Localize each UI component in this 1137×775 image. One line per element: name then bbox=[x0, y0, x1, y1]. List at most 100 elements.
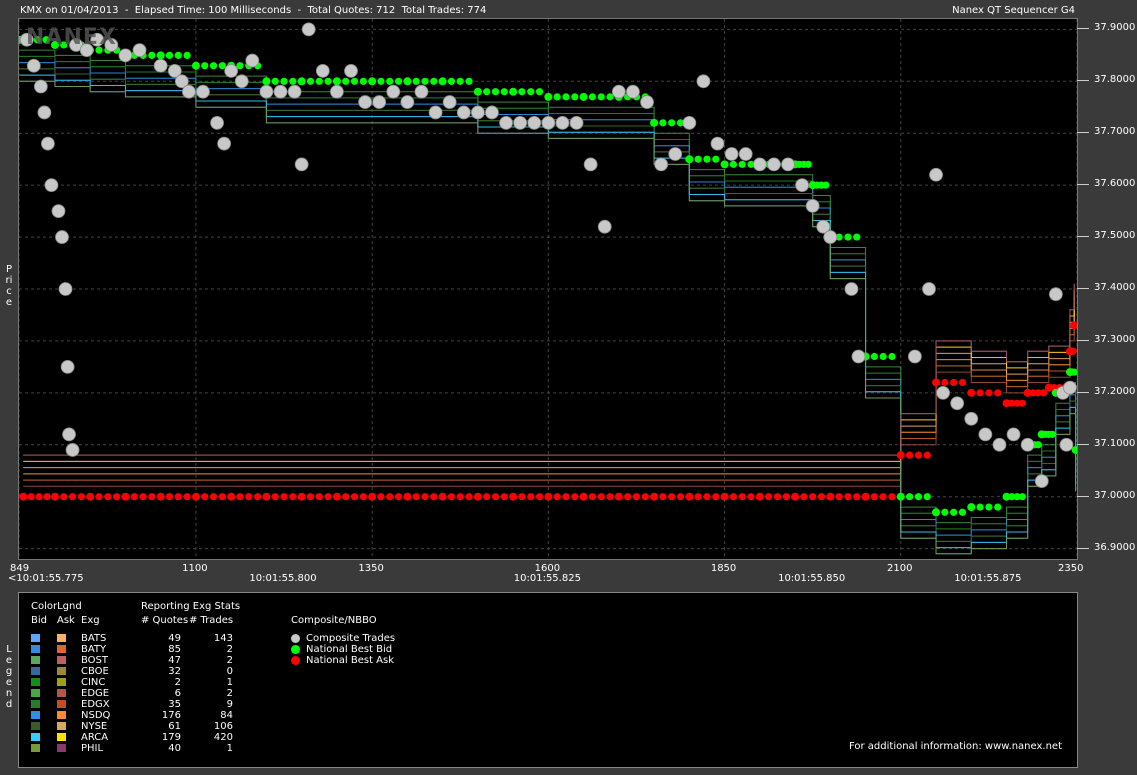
trade-point bbox=[234, 74, 249, 89]
trade-point bbox=[386, 84, 401, 99]
exchange-row: CBOE 32 0 bbox=[19, 666, 279, 677]
bid-color-swatch bbox=[31, 678, 40, 686]
bid-point bbox=[500, 88, 508, 96]
ask-point bbox=[861, 492, 870, 501]
trade-point bbox=[569, 115, 584, 130]
trade-point bbox=[767, 157, 781, 172]
ask-point bbox=[809, 493, 817, 501]
ask-point bbox=[571, 493, 579, 501]
bid-point bbox=[315, 77, 323, 85]
exchange-trades: 2 bbox=[226, 655, 233, 666]
bid-point bbox=[421, 77, 429, 85]
trade-point bbox=[611, 84, 626, 99]
exchange-name: ARCA bbox=[81, 732, 109, 743]
ask-point bbox=[27, 493, 35, 501]
bid-point bbox=[804, 160, 812, 168]
trade-point bbox=[245, 53, 260, 68]
ask-point bbox=[60, 493, 68, 501]
ask-line-cboe bbox=[23, 302, 1075, 475]
bid-point bbox=[527, 88, 535, 96]
exchange-row: EDGX 35 9 bbox=[19, 699, 279, 710]
y-tick-label: 36.9000 bbox=[1094, 541, 1136, 553]
legend-footer: For additional information: www.nanex.ne… bbox=[849, 741, 1062, 752]
trade-point bbox=[485, 105, 499, 120]
ask-point bbox=[50, 492, 59, 501]
bid-line-arca bbox=[19, 74, 1077, 549]
bid-point bbox=[394, 77, 403, 85]
bid-point bbox=[544, 92, 553, 101]
y-tick-label: 37.2000 bbox=[1094, 385, 1136, 397]
x-tick-label: 1350 bbox=[358, 563, 384, 574]
bid-point bbox=[571, 93, 579, 101]
bid-point bbox=[720, 160, 729, 169]
bid-line-bost bbox=[19, 68, 1077, 542]
y-tick-mark bbox=[1077, 184, 1089, 186]
y-tick-label: 37.3000 bbox=[1094, 333, 1136, 345]
composite-marker bbox=[291, 634, 300, 643]
bid-point bbox=[403, 77, 412, 86]
trade-point bbox=[287, 84, 302, 99]
bid-point bbox=[905, 493, 914, 501]
trade-point bbox=[55, 230, 69, 244]
trade-point bbox=[315, 64, 330, 78]
exchange-quotes: 176 bbox=[161, 710, 181, 721]
trade-point bbox=[682, 115, 697, 130]
exchange-quotes: 32 bbox=[168, 666, 181, 677]
ask-point bbox=[853, 493, 861, 501]
bid-point bbox=[985, 503, 993, 511]
y-tick-label: 37.7000 bbox=[1094, 126, 1136, 138]
bid-point bbox=[1048, 430, 1056, 438]
ask-point bbox=[562, 493, 570, 501]
trade-point bbox=[442, 95, 457, 109]
ask-point bbox=[156, 492, 165, 501]
ask-color-swatch bbox=[57, 656, 66, 664]
bid-color-swatch bbox=[31, 722, 40, 730]
bid-point bbox=[289, 77, 297, 85]
bid-point bbox=[870, 352, 878, 361]
exchange-row: ARCA 179 420 bbox=[19, 732, 279, 743]
ask-point bbox=[729, 493, 737, 501]
trade-point bbox=[781, 157, 795, 172]
exchange-row: PHIL 40 1 bbox=[19, 743, 279, 754]
time-tick-label: 10:01:55.850 bbox=[778, 573, 846, 584]
exchange-name: PHIL bbox=[81, 743, 104, 754]
trade-point bbox=[37, 105, 52, 120]
ask-point bbox=[650, 492, 659, 501]
bid-point bbox=[465, 77, 473, 85]
bid-point bbox=[271, 77, 279, 85]
bid-color-swatch bbox=[31, 711, 40, 719]
trade-point bbox=[513, 115, 528, 130]
ask-point bbox=[518, 493, 526, 501]
trade-point bbox=[710, 136, 725, 151]
ask-point bbox=[870, 493, 878, 501]
ask-point bbox=[694, 493, 702, 501]
exchange-quotes: 47 bbox=[168, 655, 181, 666]
ask-point bbox=[967, 388, 976, 397]
ask-point bbox=[888, 493, 896, 501]
bid-point bbox=[297, 77, 306, 86]
bid-point bbox=[932, 508, 941, 517]
trade-point bbox=[294, 157, 309, 172]
trade-point bbox=[210, 115, 224, 130]
bid-point bbox=[368, 77, 377, 86]
ask-point bbox=[896, 451, 905, 460]
bid-point bbox=[822, 181, 830, 189]
bid-point bbox=[879, 352, 887, 361]
ask-color-swatch bbox=[57, 733, 66, 741]
ask-point bbox=[342, 493, 350, 501]
bid-point bbox=[703, 155, 711, 163]
exchange-row: NYSE 61 106 bbox=[19, 721, 279, 732]
ask-color-swatch bbox=[57, 700, 66, 708]
exchange-trades: 2 bbox=[226, 644, 233, 655]
bid-point bbox=[156, 51, 165, 60]
trade-point bbox=[1020, 437, 1035, 452]
bid-point bbox=[386, 77, 394, 85]
exchange-trades: 1 bbox=[226, 743, 233, 754]
trade-point bbox=[51, 204, 66, 219]
ask-point bbox=[253, 493, 262, 501]
bid-point bbox=[377, 77, 385, 85]
trade-point bbox=[738, 147, 753, 161]
trade-point bbox=[301, 22, 316, 37]
trade-point bbox=[344, 64, 358, 78]
ask-point bbox=[994, 389, 1002, 397]
